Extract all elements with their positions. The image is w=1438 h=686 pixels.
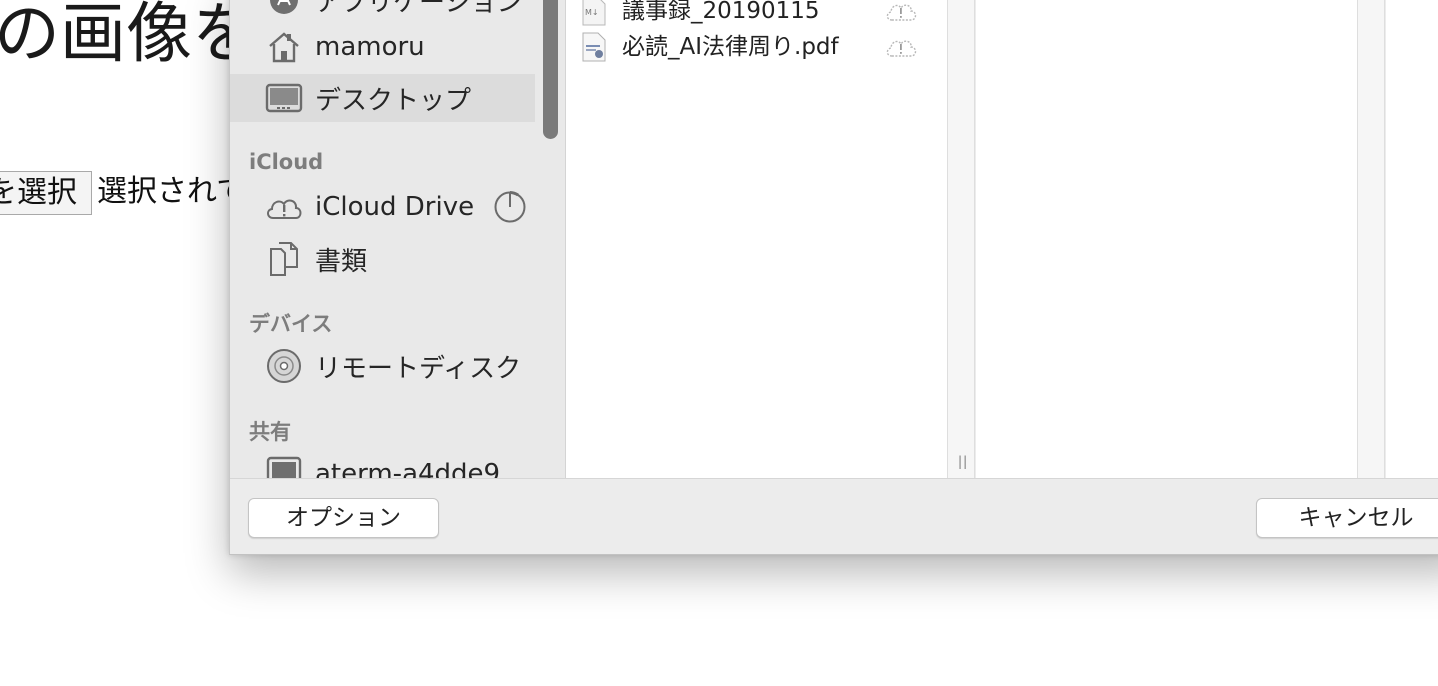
extra-column (1386, 0, 1438, 478)
sidebar-item-label: アプリケーション (315, 0, 523, 18)
progress-icon (493, 190, 527, 224)
file-name: 議事録_20190115 (622, 0, 820, 24)
desktop-icon (264, 78, 304, 118)
sidebar-item-home[interactable]: mamoru (230, 23, 535, 71)
resize-handle-icon: ǀǀ (958, 454, 969, 470)
documents-icon (264, 239, 304, 279)
file-name: 必読_AI法律周り.pdf (622, 34, 839, 60)
choose-file-button[interactable]: を選択 (0, 171, 92, 215)
markdown-file-icon: M↓ (582, 0, 606, 26)
cancel-button[interactable]: キャンセル (1256, 498, 1438, 538)
sidebar-item-applications[interactable]: アプリケーション (230, 0, 535, 24)
svg-text:M↓: M↓ (585, 8, 599, 17)
cloud-warning-icon (884, 0, 918, 24)
options-button[interactable]: オプション (248, 498, 439, 538)
list-item[interactable]: M↓ 議事録_20190115 (566, 0, 947, 30)
cloud-warning-icon (884, 34, 918, 60)
pdf-file-icon (582, 32, 606, 62)
dialog-footer: オプション キャンセル (230, 478, 1438, 554)
sidebar-item-desktop[interactable]: デスクトップ (230, 74, 535, 122)
sidebar-item-label: aterm-a4dde9 (315, 459, 501, 478)
home-icon (264, 27, 304, 67)
column-resize-gutter[interactable] (1357, 0, 1385, 478)
sidebar-item-icloud-drive[interactable]: iCloud Drive (230, 183, 535, 231)
sidebar-item-label: iCloud Drive (315, 192, 475, 222)
sidebar-item-aterm[interactable]: aterm-a4dde9 (230, 450, 535, 478)
sidebar-scrollbar[interactable] (543, 0, 558, 139)
list-item[interactable]: 必読_AI法律周り.pdf (566, 30, 947, 66)
column-resize-gutter[interactable]: ǀǀ (947, 0, 975, 478)
sidebar-item-label: 書類 (315, 246, 368, 277)
sidebar: アプリケーション mamoru デスクトップ iCloud iCloud Dri… (230, 0, 565, 478)
network-computer-icon (264, 454, 304, 478)
page-heading: の画像を (0, 0, 258, 72)
file-status-text: 選択されて (97, 174, 247, 209)
preview-column (976, 0, 1357, 478)
sidebar-item-label: mamoru (315, 32, 425, 62)
icloud-icon (264, 187, 304, 227)
sidebar-item-label: リモートディスク (315, 353, 522, 384)
file-column: M↓ 議事録_20190115 必読_AI法律周り.pdf (566, 0, 947, 478)
applications-icon (264, 0, 304, 20)
sidebar-item-remote-disc[interactable]: リモートディスク (230, 342, 535, 390)
section-header-icloud: iCloud (249, 150, 324, 174)
sidebar-item-label: デスクトップ (315, 85, 472, 116)
file-open-dialog: アプリケーション mamoru デスクトップ iCloud iCloud Dri… (229, 0, 1438, 555)
remote-disc-icon (264, 346, 304, 386)
section-header-devices: デバイス (249, 312, 333, 336)
section-header-shared: 共有 (249, 420, 291, 444)
sidebar-item-documents[interactable]: 書類 (230, 235, 535, 283)
